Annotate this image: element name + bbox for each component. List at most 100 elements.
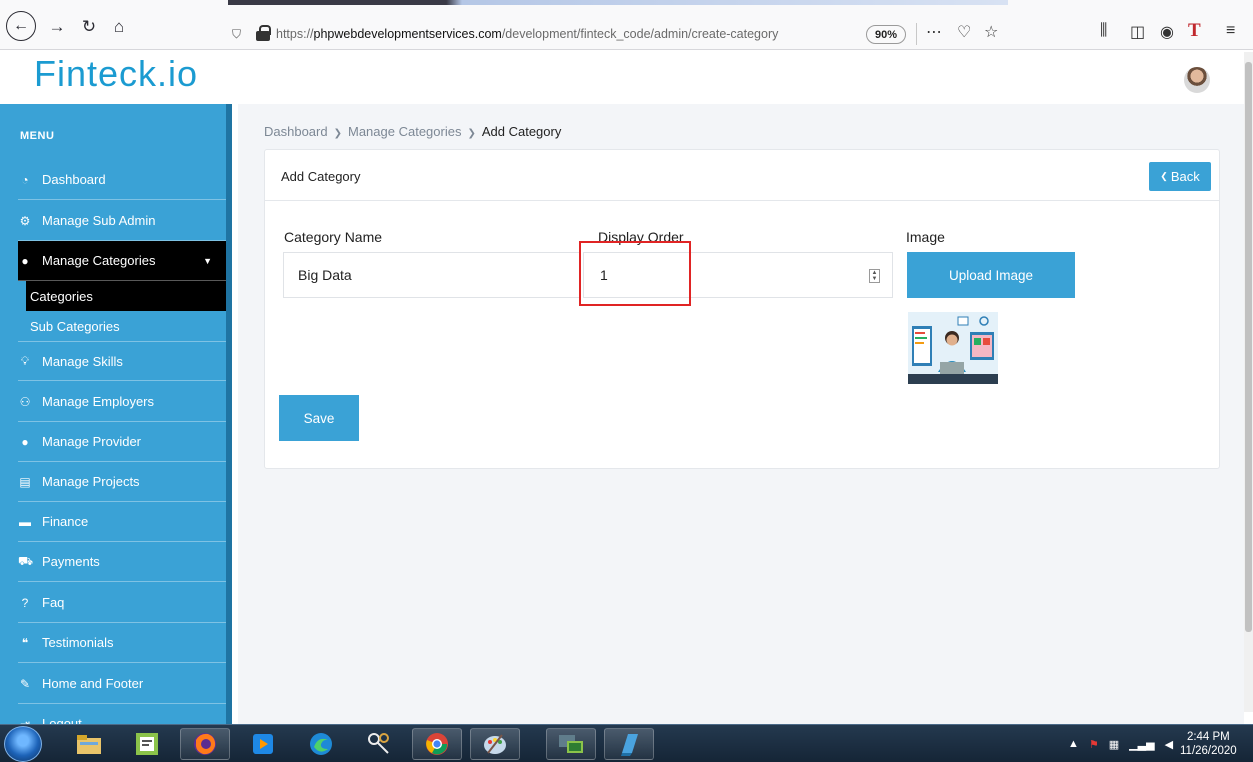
scrollbar-thumb[interactable]: [1245, 62, 1252, 632]
sidebar-item-label: Logout: [42, 716, 82, 724]
chevron-left-icon: ❮: [1160, 171, 1168, 181]
volume-icon[interactable]: ◀: [1165, 738, 1173, 751]
system-clock[interactable]: 2:44 PM 11/26/2020: [1180, 730, 1237, 758]
reload-icon[interactable]: ↻: [76, 14, 102, 40]
sidebar-item-label: Manage Skills: [42, 353, 123, 369]
image-label: Image: [906, 229, 945, 245]
lock-icon[interactable]: [256, 25, 271, 41]
sidebar-item-finance[interactable]: ▬ Finance: [18, 502, 226, 542]
card-header: Add Category ❮ Back: [265, 150, 1219, 201]
sidebar-item-manage-categories[interactable]: ● Manage Categories ▼: [18, 241, 226, 281]
category-name-input[interactable]: Big Data: [283, 252, 581, 298]
menu-icon[interactable]: ≡: [1226, 22, 1235, 40]
caret-down-icon: ▼: [203, 255, 212, 266]
extension-t-icon[interactable]: T: [1188, 20, 1201, 42]
sidebar-item-manage-employers[interactable]: ⚇ Manage Employers: [18, 382, 226, 422]
cogs-icon: ⚙: [19, 213, 31, 228]
users-icon: ⚇: [19, 394, 31, 409]
sidebar-item-label: Testimonials: [42, 635, 114, 650]
logo[interactable]: Finteck.io: [34, 53, 198, 95]
sidebar-item-faq[interactable]: ? Faq: [18, 583, 226, 623]
remote-icon[interactable]: [546, 728, 596, 760]
sidebar-icon[interactable]: ◫: [1130, 22, 1145, 42]
user-icon: ●: [21, 253, 29, 268]
sidebar-item-label: Finance: [42, 514, 89, 529]
display-order-value: 1: [600, 267, 608, 283]
sidebar-item-manage-sub-admin[interactable]: ⚙ Manage Sub Admin: [18, 201, 226, 241]
cart-icon: ⛟: [18, 553, 34, 568]
network-icon[interactable]: ▦: [1109, 738, 1119, 751]
lightbulb-icon: 💡︎: [20, 353, 30, 368]
breadcrumb-dashboard[interactable]: Dashboard: [264, 124, 328, 139]
sidebar-subitem-sub-categories[interactable]: Sub Categories: [30, 311, 226, 341]
bookmark-star-icon[interactable]: ☆: [984, 22, 998, 42]
chrome-icon[interactable]: [412, 728, 462, 760]
quote-icon: ❝: [21, 635, 29, 650]
pocket-icon[interactable]: ♡: [957, 22, 971, 42]
sidebar-item-label: Manage Projects: [42, 474, 140, 489]
forward-icon[interactable]: →: [44, 14, 70, 40]
account-icon[interactable]: ◉: [1160, 22, 1174, 42]
url-path: /development/finteck_code/admin/create-c…: [501, 27, 779, 41]
book-icon[interactable]: [604, 728, 654, 760]
clock-date: 11/26/2020: [1180, 745, 1237, 757]
sidebar-item-label: Manage Categories: [42, 253, 156, 268]
sidebar-item-home-and-footer[interactable]: ✎ Home and Footer: [18, 664, 226, 704]
sidebar-item-label: Dashboard: [42, 172, 106, 187]
url-separator: [916, 23, 917, 45]
notepad-icon[interactable]: [122, 728, 172, 760]
number-spinner-icon[interactable]: ▲ ▼: [869, 269, 880, 283]
upload-image-button[interactable]: Upload Image: [907, 252, 1075, 298]
action-center-flag-icon[interactable]: ⚑: [1089, 738, 1099, 751]
pencil-icon: ✎: [19, 676, 31, 691]
library-icon[interactable]: ⫼: [1100, 22, 1107, 40]
browser-toolbar: ← → ↻ ⌂ ⛉ https://phpwebdevelopmentservi…: [0, 0, 1253, 50]
url-prefix: https://: [276, 27, 314, 41]
firefox-icon[interactable]: [180, 728, 230, 760]
sidebar-item-label: Payments: [42, 554, 100, 569]
avatar[interactable]: [1184, 67, 1210, 93]
url-text[interactable]: https://phpwebdevelopmentservices.com/de…: [276, 27, 778, 41]
page-scrollbar[interactable]: [1244, 52, 1253, 712]
sidebar-item-payments[interactable]: ⛟ Payments: [18, 542, 226, 582]
more-icon[interactable]: ⋯: [926, 22, 942, 42]
keys-icon[interactable]: [354, 728, 404, 760]
sidebar-item-label: Manage Provider: [42, 434, 141, 449]
add-category-card: Add Category ❮ Back Category Name Big Da…: [264, 149, 1220, 469]
file-explorer-icon[interactable]: [64, 728, 114, 760]
card-title: Add Category: [281, 169, 361, 184]
save-button[interactable]: Save: [279, 395, 359, 441]
windows-start-icon[interactable]: [4, 726, 42, 762]
edge-icon[interactable]: [296, 728, 346, 760]
media-icon[interactable]: [238, 728, 288, 760]
sidebar-item-testimonials[interactable]: ❝ Testimonials: [18, 623, 226, 663]
back-button[interactable]: ❮ Back: [1149, 162, 1211, 191]
windows-taskbar: ▲ ⚑ ▦ ▁▃▅ ◀ 2:44 PM 11/26/2020: [0, 724, 1253, 762]
zoom-badge[interactable]: 90%: [866, 25, 906, 44]
user-icon: ●: [21, 434, 29, 449]
sidebar: MENU ◔ Dashboard ⚙ Manage Sub Admin ● Ma…: [0, 104, 232, 724]
menu-title: MENU: [20, 130, 55, 142]
sidebar-subitem-categories[interactable]: Categories: [26, 281, 226, 311]
shield-icon[interactable]: ⛉: [232, 27, 248, 42]
money-icon: ▬: [19, 514, 31, 529]
sidebar-subitem-label: Categories: [30, 288, 93, 304]
sidebar-subitem-label: Sub Categories: [30, 318, 120, 334]
sidebar-item-manage-provider[interactable]: ● Manage Provider: [18, 422, 226, 462]
breadcrumb-manage-categories[interactable]: Manage Categories: [348, 124, 461, 139]
signal-icon[interactable]: ▁▃▅: [1129, 738, 1154, 751]
paint-icon[interactable]: [470, 728, 520, 760]
display-order-input[interactable]: 1 ▲ ▼: [583, 252, 893, 298]
sidebar-item-dashboard[interactable]: ◔ Dashboard: [18, 160, 226, 200]
sidebar-item-manage-skills[interactable]: 💡︎ Manage Skills: [18, 341, 226, 381]
system-tray: ▲ ⚑ ▦ ▁▃▅ ◀: [1068, 729, 1173, 759]
sidebar-item-label: Manage Sub Admin: [42, 213, 156, 228]
back-icon[interactable]: ←: [6, 11, 36, 41]
breadcrumb-current: Add Category: [481, 124, 562, 139]
home-icon[interactable]: ⌂: [106, 14, 132, 40]
sidebar-item-logout[interactable]: ⇥ Logout: [18, 704, 226, 724]
sidebar-item-manage-projects[interactable]: ▤ Manage Projects: [18, 462, 226, 502]
question-icon: ?: [21, 595, 29, 610]
list-icon: ▤: [19, 474, 31, 489]
tray-expand-icon[interactable]: ▲: [1068, 738, 1079, 750]
